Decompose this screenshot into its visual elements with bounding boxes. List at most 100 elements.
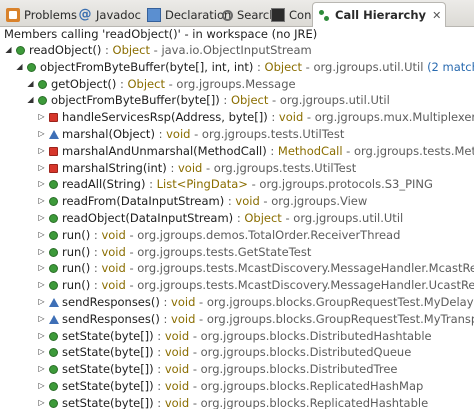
green-method-icon	[27, 62, 36, 72]
method-signature: sendResponses()	[62, 311, 160, 326]
type-separator: :	[101, 43, 113, 57]
tree-row[interactable]: ▷ readFrom(DataInputStream) : void - org.…	[0, 193, 474, 210]
method-signature: run()	[62, 227, 91, 242]
tree-row[interactable]: ◢ objectFromByteBuffer(byte[]) : Object -…	[0, 92, 474, 109]
method-signature: setState(byte[])	[62, 379, 154, 393]
tab-problems-label: Problems	[24, 8, 78, 22]
tab-call-hierarchy[interactable]: Call Hierarchy ✕	[312, 2, 447, 27]
green-method-icon	[49, 230, 58, 240]
tree-row[interactable]: ▷ marshalString(int) : void - org.jgroups…	[0, 160, 474, 177]
type-separator: :	[267, 110, 279, 125]
tree-row[interactable]: ▷ sendResponses() : void - org.jgroups.bl…	[0, 311, 474, 328]
declaring-type: - org.jgroups.View	[259, 194, 368, 209]
tree-row[interactable]: ▷ sendResponses() : void - org.jgroups.bl…	[0, 294, 474, 311]
declaring-type: - org.jgroups.Message	[164, 76, 296, 91]
method-signature: getObject()	[51, 76, 117, 91]
tree-row[interactable]: ▷ run() : void - org.jgroups.tests.McastD…	[0, 277, 474, 294]
collapsed-twistie-icon[interactable]: ▷	[37, 378, 46, 394]
tree-row-label: run() : void - org.jgroups.demos.TotalOr…	[62, 227, 400, 244]
declaring-type: - org.jgroups.mux.Multiplexer	[303, 110, 474, 125]
expanded-twistie-icon[interactable]: ◢	[4, 42, 13, 58]
red-method-icon	[49, 113, 58, 123]
collapsed-twistie-icon[interactable]: ▷	[37, 328, 46, 344]
declaring-type: - org.jgroups.tests.MethodCallTest	[346, 143, 474, 158]
tree-row-label: readAll(String) : List<PingData> - org.j…	[62, 176, 433, 193]
declaring-type: - org.jgroups.tests.GetStateTest	[125, 244, 312, 259]
return-type: void	[164, 395, 190, 409]
call-hierarchy-tree[interactable]: ◢ readObject() : Object - java.io.ObjectI…	[0, 42, 474, 409]
method-signature: run()	[62, 278, 91, 293]
collapsed-twistie-icon[interactable]: ▷	[37, 361, 46, 377]
tree-row[interactable]: ▷ setState(byte[]) : void - org.jgroups.b…	[0, 344, 474, 361]
tree-row-label: sendResponses() : void - org.jgroups.blo…	[62, 311, 474, 328]
collapsed-twistie-icon[interactable]: ▷	[37, 210, 46, 226]
return-type: List<PingData>	[156, 177, 248, 192]
tree-row[interactable]: ▷ setState(byte[]) : void - org.jgroups.b…	[0, 328, 474, 345]
method-signature: run()	[62, 261, 91, 276]
tree-row[interactable]: ▷ handleServicesRsp(Address, byte[]) : vo…	[0, 109, 474, 126]
tab-call-hierarchy-label: Call Hierarchy	[335, 8, 427, 22]
type-separator: :	[224, 194, 236, 209]
tree-row[interactable]: ▷ marshal(Object) : void - org.jgroups.te…	[0, 126, 474, 143]
tree-row-label: marshalString(int) : void - org.jgroups.…	[62, 160, 356, 177]
tree-row[interactable]: ▷ marshalAndUnmarshal(MethodCall) : Metho…	[0, 143, 474, 160]
collapsed-twistie-icon[interactable]: ▷	[37, 395, 46, 409]
expanded-twistie-icon[interactable]: ◢	[26, 92, 35, 108]
return-type: void	[235, 194, 260, 209]
type-separator: :	[266, 143, 278, 158]
return-type: void	[164, 362, 190, 377]
close-icon[interactable]: ✕	[432, 9, 441, 22]
tree-row[interactable]: ▷ setState(byte[]) : void - org.jgroups.b…	[0, 361, 474, 378]
collapsed-twistie-icon[interactable]: ▷	[37, 109, 46, 125]
expanded-twistie-icon[interactable]: ◢	[15, 59, 24, 75]
collapsed-twistie-icon[interactable]: ▷	[37, 227, 46, 243]
tab-javadoc[interactable]: @ Javadoc	[74, 3, 141, 27]
collapsed-twistie-icon[interactable]: ▷	[37, 143, 46, 159]
expanded-twistie-icon[interactable]: ◢	[26, 76, 35, 92]
tree-row[interactable]: ▷ setState(byte[]) : void - org.jgroups.b…	[0, 378, 474, 395]
declaring-type: - java.io.ObjectInputStream	[149, 43, 312, 57]
return-type: void	[101, 227, 126, 242]
tree-row[interactable]: ▷ run() : void - org.jgroups.tests.McastD…	[0, 260, 474, 277]
type-separator: :	[159, 295, 172, 309]
method-signature: setState(byte[])	[62, 395, 154, 409]
declaring-type: - org.jgroups.util.Util	[302, 59, 424, 74]
method-signature: objectFromByteBuffer(byte[])	[51, 93, 220, 108]
green-method-icon	[38, 79, 47, 89]
collapsed-twistie-icon[interactable]: ▷	[37, 277, 46, 293]
collapsed-twistie-icon[interactable]: ▷	[37, 244, 46, 260]
collapsed-twistie-icon[interactable]: ▷	[37, 160, 46, 176]
tree-row-label: handleServicesRsp(Address, byte[]) : voi…	[62, 109, 474, 126]
tree-row[interactable]: ◢ getObject() : Object - org.jgroups.Mess…	[0, 76, 474, 93]
declaring-type: - org.jgroups.tests.McastDiscovery.Messa…	[125, 278, 474, 293]
collapsed-twistie-icon[interactable]: ▷	[37, 193, 46, 209]
tree-row[interactable]: ◢ readObject() : Object - java.io.ObjectI…	[0, 42, 474, 59]
tree-row[interactable]: ▷ setState(byte[]) : void - org.jgroups.b…	[0, 395, 474, 409]
tree-row[interactable]: ▷ readAll(String) : List<PingData> - org.…	[0, 176, 474, 193]
type-separator: :	[253, 59, 265, 74]
tree-row-label: sendResponses() : void - org.jgroups.blo…	[62, 294, 474, 311]
return-type: Object	[264, 59, 303, 74]
tab-problems[interactable]: Problems	[2, 3, 77, 27]
tree-row[interactable]: ▷ run() : void - org.jgroups.tests.GetSta…	[0, 244, 474, 261]
declaring-type: - org.jgroups.blocks.GroupRequestTest.My…	[199, 295, 474, 309]
tree-row[interactable]: ▷ readObject(DataInputStream) : Object - …	[0, 210, 474, 227]
method-signature: readAll(String)	[62, 177, 146, 192]
green-method-icon	[16, 46, 25, 55]
green-method-icon	[49, 247, 58, 257]
collapsed-twistie-icon[interactable]: ▷	[37, 294, 46, 310]
return-type: void	[164, 328, 190, 343]
tree-row-label: setState(byte[]) : void - org.jgroups.bl…	[62, 361, 397, 378]
collapsed-twistie-icon[interactable]: ▷	[37, 311, 46, 327]
collapsed-twistie-icon[interactable]: ▷	[37, 176, 46, 192]
collapsed-twistie-icon[interactable]: ▷	[37, 260, 46, 276]
declaring-type: - org.jgroups.blocks.DistributedTree	[189, 362, 398, 377]
tree-row[interactable]: ◢ objectFromByteBuffer(byte[], int, int) …	[0, 59, 474, 76]
collapsed-twistie-icon[interactable]: ▷	[37, 126, 46, 142]
return-type: void	[164, 379, 190, 393]
return-type: void	[171, 311, 196, 326]
collapsed-twistie-icon[interactable]: ▷	[37, 344, 46, 360]
return-type: Object	[112, 43, 150, 57]
tree-row[interactable]: ▷ run() : void - org.jgroups.demos.TotalO…	[0, 227, 474, 244]
tree-row-label: readFrom(DataInputStream) : void - org.j…	[62, 193, 367, 210]
